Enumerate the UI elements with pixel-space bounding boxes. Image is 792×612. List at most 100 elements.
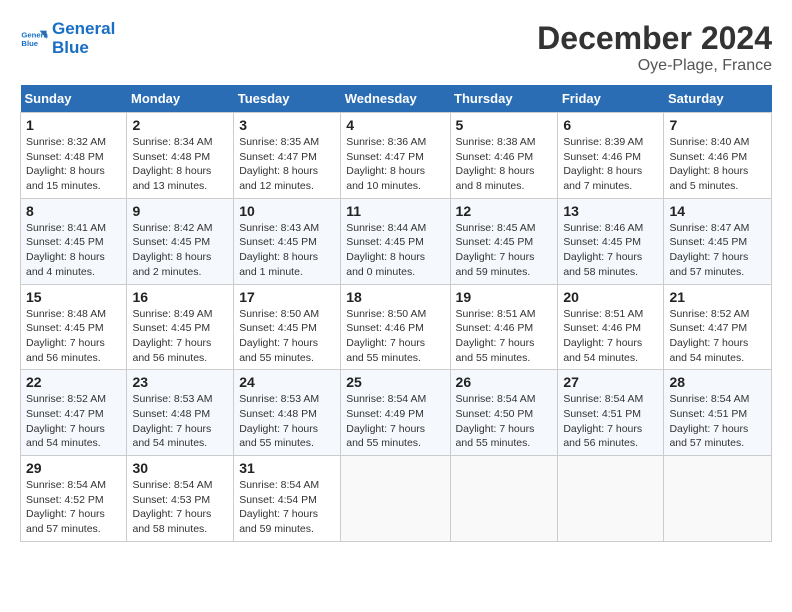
svg-text:Blue: Blue — [21, 39, 38, 48]
day-number: 31 — [239, 460, 335, 476]
day-number: 13 — [563, 203, 658, 219]
day-info: Sunrise: 8:42 AM Sunset: 4:45 PM Dayligh… — [132, 221, 228, 280]
calendar-cell — [558, 456, 664, 542]
logo-text: GeneralBlue — [52, 20, 115, 57]
day-number: 24 — [239, 374, 335, 390]
day-number: 21 — [669, 289, 766, 305]
calendar-cell: 13Sunrise: 8:46 AM Sunset: 4:45 PM Dayli… — [558, 198, 664, 284]
calendar-cell: 28 Sunrise: 8:54 AM Sunset: 4:51 PM Dayli… — [664, 370, 772, 456]
day-info: Sunrise: 8:40 AM Sunset: 4:46 PM Dayligh… — [669, 135, 766, 194]
day-info: Sunrise: 8:50 AM Sunset: 4:46 PM Dayligh… — [346, 307, 444, 366]
calendar-cell: 16 Sunrise: 8:49 AM Sunset: 4:45 PM Dayli… — [127, 284, 234, 370]
day-info: Sunrise: 8:54 AM Sunset: 4:52 PM Dayligh… — [26, 478, 121, 537]
day-number: 30 — [132, 460, 228, 476]
col-header-wednesday: Wednesday — [341, 85, 450, 113]
calendar-cell: 7 Sunrise: 8:40 AM Sunset: 4:46 PM Daylig… — [664, 113, 772, 199]
day-number: 2 — [132, 117, 228, 133]
logo-icon: General Blue — [20, 25, 48, 53]
calendar-cell — [450, 456, 558, 542]
calendar-week-row: 8 Sunrise: 8:41 AM Sunset: 4:45 PM Daylig… — [21, 198, 772, 284]
calendar-cell: 5 Sunrise: 8:38 AM Sunset: 4:46 PM Daylig… — [450, 113, 558, 199]
day-number: 1 — [26, 117, 121, 133]
col-header-sunday: Sunday — [21, 85, 127, 113]
calendar-cell: 27 Sunrise: 8:54 AM Sunset: 4:51 PM Dayli… — [558, 370, 664, 456]
calendar-cell: 9 Sunrise: 8:42 AM Sunset: 4:45 PM Daylig… — [127, 198, 234, 284]
calendar-cell: 31Sunrise: 8:54 AM Sunset: 4:54 PM Dayli… — [234, 456, 341, 542]
day-number: 14 — [669, 203, 766, 219]
day-info: Sunrise: 8:48 AM Sunset: 4:45 PM Dayligh… — [26, 307, 121, 366]
day-number: 26 — [456, 374, 553, 390]
calendar-cell: 11 Sunrise: 8:44 AM Sunset: 4:45 PM Dayli… — [341, 198, 450, 284]
logo: General Blue GeneralBlue — [20, 20, 115, 57]
day-info: Sunrise: 8:53 AM Sunset: 4:48 PM Dayligh… — [132, 392, 228, 451]
day-number: 10 — [239, 203, 335, 219]
day-number: 6 — [563, 117, 658, 133]
calendar-cell: 6 Sunrise: 8:39 AM Sunset: 4:46 PM Daylig… — [558, 113, 664, 199]
calendar-header-row: SundayMondayTuesdayWednesdayThursdayFrid… — [21, 85, 772, 113]
day-number: 28 — [669, 374, 766, 390]
day-info: Sunrise: 8:41 AM Sunset: 4:45 PM Dayligh… — [26, 221, 121, 280]
calendar-cell: 14 Sunrise: 8:47 AM Sunset: 4:45 PM Dayli… — [664, 198, 772, 284]
day-number: 9 — [132, 203, 228, 219]
day-number: 17 — [239, 289, 335, 305]
day-info: Sunrise: 8:51 AM Sunset: 4:46 PM Dayligh… — [456, 307, 553, 366]
day-info: Sunrise: 8:50 AM Sunset: 4:45 PM Dayligh… — [239, 307, 335, 366]
calendar-cell: 25Sunrise: 8:54 AM Sunset: 4:49 PM Dayli… — [341, 370, 450, 456]
day-info: Sunrise: 8:49 AM Sunset: 4:45 PM Dayligh… — [132, 307, 228, 366]
day-info: Sunrise: 8:34 AM Sunset: 4:48 PM Dayligh… — [132, 135, 228, 194]
calendar-cell — [341, 456, 450, 542]
calendar-title: December 2024 — [537, 20, 772, 57]
calendar-cell: 3Sunrise: 8:35 AM Sunset: 4:47 PM Daylig… — [234, 113, 341, 199]
calendar-cell: 4 Sunrise: 8:36 AM Sunset: 4:47 PM Daylig… — [341, 113, 450, 199]
calendar-cell: 17 Sunrise: 8:50 AM Sunset: 4:45 PM Dayli… — [234, 284, 341, 370]
calendar-cell: 30Sunrise: 8:54 AM Sunset: 4:53 PM Dayli… — [127, 456, 234, 542]
day-info: Sunrise: 8:51 AM Sunset: 4:46 PM Dayligh… — [563, 307, 658, 366]
day-info: Sunrise: 8:44 AM Sunset: 4:45 PM Dayligh… — [346, 221, 444, 280]
calendar-week-row: 1Sunrise: 8:32 AM Sunset: 4:48 PM Daylig… — [21, 113, 772, 199]
calendar-cell: 19 Sunrise: 8:51 AM Sunset: 4:46 PM Dayli… — [450, 284, 558, 370]
day-info: Sunrise: 8:54 AM Sunset: 4:51 PM Dayligh… — [563, 392, 658, 451]
calendar-week-row: 29Sunrise: 8:54 AM Sunset: 4:52 PM Dayli… — [21, 456, 772, 542]
col-header-tuesday: Tuesday — [234, 85, 341, 113]
calendar-body: 1Sunrise: 8:32 AM Sunset: 4:48 PM Daylig… — [21, 113, 772, 542]
calendar-cell: 18 Sunrise: 8:50 AM Sunset: 4:46 PM Dayli… — [341, 284, 450, 370]
day-number: 20 — [563, 289, 658, 305]
day-number: 12 — [456, 203, 553, 219]
calendar-cell: 8 Sunrise: 8:41 AM Sunset: 4:45 PM Daylig… — [21, 198, 127, 284]
calendar-cell: 29Sunrise: 8:54 AM Sunset: 4:52 PM Dayli… — [21, 456, 127, 542]
day-number: 27 — [563, 374, 658, 390]
calendar-cell: 23 Sunrise: 8:53 AM Sunset: 4:48 PM Dayli… — [127, 370, 234, 456]
col-header-thursday: Thursday — [450, 85, 558, 113]
day-info: Sunrise: 8:47 AM Sunset: 4:45 PM Dayligh… — [669, 221, 766, 280]
day-number: 11 — [346, 203, 444, 219]
day-info: Sunrise: 8:45 AM Sunset: 4:45 PM Dayligh… — [456, 221, 553, 280]
day-number: 8 — [26, 203, 121, 219]
day-number: 18 — [346, 289, 444, 305]
calendar-cell: 20 Sunrise: 8:51 AM Sunset: 4:46 PM Dayli… — [558, 284, 664, 370]
day-info: Sunrise: 8:36 AM Sunset: 4:47 PM Dayligh… — [346, 135, 444, 194]
day-number: 23 — [132, 374, 228, 390]
day-number: 19 — [456, 289, 553, 305]
calendar-cell: 1Sunrise: 8:32 AM Sunset: 4:48 PM Daylig… — [21, 113, 127, 199]
calendar-week-row: 15 Sunrise: 8:48 AM Sunset: 4:45 PM Dayli… — [21, 284, 772, 370]
day-info: Sunrise: 8:54 AM Sunset: 4:51 PM Dayligh… — [669, 392, 766, 451]
day-number: 4 — [346, 117, 444, 133]
day-number: 15 — [26, 289, 121, 305]
day-info: Sunrise: 8:52 AM Sunset: 4:47 PM Dayligh… — [26, 392, 121, 451]
calendar-table: SundayMondayTuesdayWednesdayThursdayFrid… — [20, 85, 772, 542]
day-info: Sunrise: 8:53 AM Sunset: 4:48 PM Dayligh… — [239, 392, 335, 451]
day-number: 7 — [669, 117, 766, 133]
calendar-cell: 26Sunrise: 8:54 AM Sunset: 4:50 PM Dayli… — [450, 370, 558, 456]
day-number: 16 — [132, 289, 228, 305]
day-number: 22 — [26, 374, 121, 390]
col-header-friday: Friday — [558, 85, 664, 113]
calendar-cell: 2 Sunrise: 8:34 AM Sunset: 4:48 PM Daylig… — [127, 113, 234, 199]
col-header-saturday: Saturday — [664, 85, 772, 113]
day-info: Sunrise: 8:39 AM Sunset: 4:46 PM Dayligh… — [563, 135, 658, 194]
day-info: Sunrise: 8:43 AM Sunset: 4:45 PM Dayligh… — [239, 221, 335, 280]
day-info: Sunrise: 8:38 AM Sunset: 4:46 PM Dayligh… — [456, 135, 553, 194]
calendar-subtitle: Oye-Plage, France — [537, 57, 772, 75]
day-info: Sunrise: 8:54 AM Sunset: 4:49 PM Dayligh… — [346, 392, 444, 451]
col-header-monday: Monday — [127, 85, 234, 113]
day-number: 5 — [456, 117, 553, 133]
